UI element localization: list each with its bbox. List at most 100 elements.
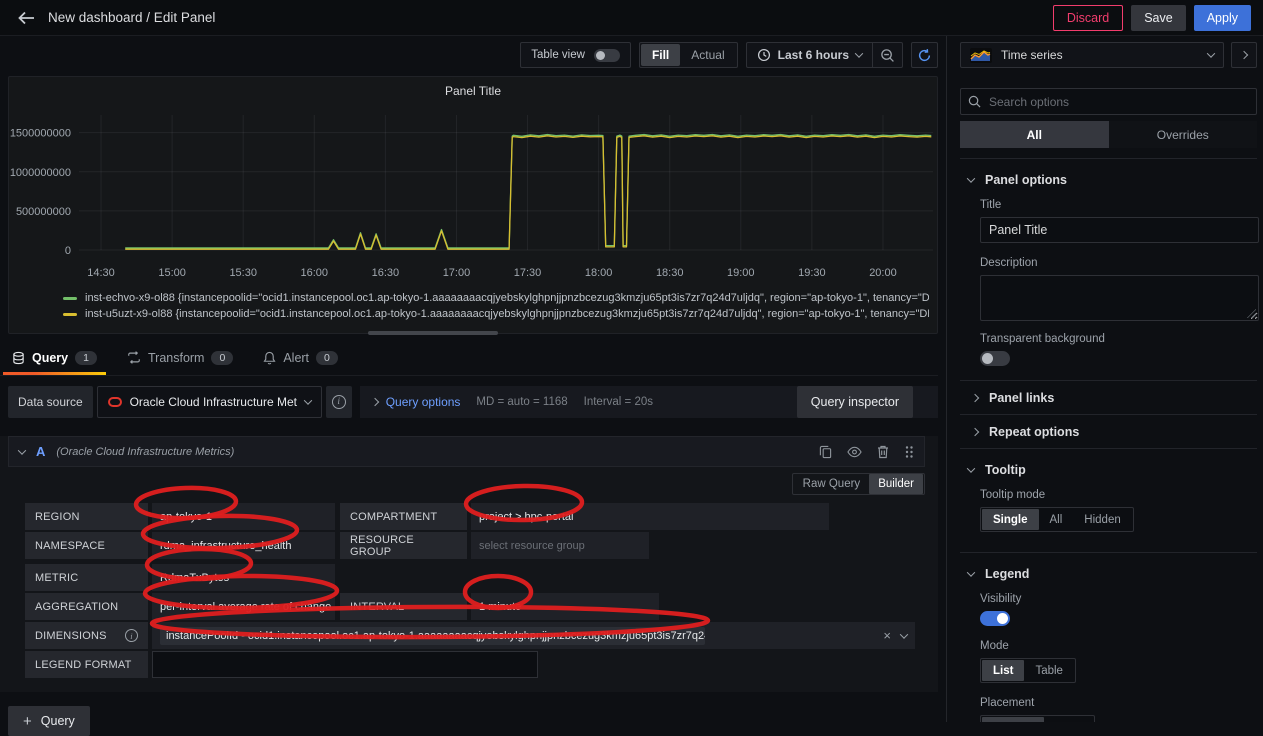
builder-button[interactable]: Builder — [869, 474, 923, 494]
legend-placement-group: Bottom Right — [980, 715, 1095, 722]
chart-panel-title: Panel Title — [9, 77, 937, 101]
svg-text:1000000000: 1000000000 — [10, 167, 71, 179]
timeseries-chart[interactable]: 05000000001000000000150000000014:3015:00… — [9, 101, 937, 285]
tab-query[interactable]: Query 1 — [12, 340, 97, 375]
svg-text:17:00: 17:00 — [443, 267, 471, 279]
interval-label: INTERVAL — [340, 593, 467, 620]
actual-button[interactable]: Actual — [680, 44, 735, 66]
resource-group-value[interactable]: select resource group — [471, 532, 649, 559]
collapse-query-icon — [18, 446, 26, 454]
fill-actual-group: Fill Actual — [639, 42, 738, 68]
datasource-help-button[interactable]: i — [326, 386, 352, 418]
interval-value: Interval = 20s — [584, 396, 653, 408]
section-tooltip[interactable]: Tooltip — [960, 463, 1257, 477]
section-repeat-options[interactable]: Repeat options — [960, 415, 1257, 448]
tab-transform[interactable]: Transform 0 — [127, 340, 233, 375]
drag-handle-icon[interactable] — [904, 445, 914, 459]
svg-text:16:30: 16:30 — [372, 267, 400, 279]
datasource-select[interactable]: Oracle Cloud Infrastructure Metrics — [97, 386, 322, 418]
dimension-chip[interactable]: instancePoolId - ocid1.instancepool.oc1.… — [160, 627, 705, 645]
apply-button[interactable]: Apply — [1194, 5, 1251, 31]
compartment-value[interactable]: project > hpc-portal — [471, 503, 829, 530]
tooltip-all-button[interactable]: All — [1039, 509, 1074, 530]
namespace-value[interactable]: rdma_infrastructure_health — [152, 532, 335, 559]
discard-button[interactable]: Discard — [1053, 5, 1123, 31]
table-view-label: Table view — [531, 49, 585, 61]
chart-legend: inst-echvo-x9-ol88 {instancepoolid="ocid… — [9, 290, 937, 322]
legend-format-label: LEGEND FORMAT — [25, 651, 148, 678]
dimensions-label: DIMENSIONS — [35, 630, 107, 642]
delete-query-icon[interactable] — [877, 445, 889, 459]
visualization-picker[interactable]: Time series — [960, 42, 1224, 68]
region-value[interactable]: ap-tokyo-1 — [152, 503, 335, 530]
datasource-label: Data source — [8, 386, 93, 418]
legend-item[interactable]: inst-echvo-x9-ol88 {instancepoolid="ocid… — [63, 290, 929, 306]
raw-query-button[interactable]: Raw Query — [794, 474, 870, 494]
legend-scrollbar[interactable] — [368, 331, 498, 335]
legend-format-input[interactable] — [152, 651, 538, 678]
transform-icon — [127, 351, 141, 364]
metric-value[interactable]: RdmaTxBytes — [152, 564, 335, 591]
query-count-badge: 1 — [75, 351, 97, 365]
tooltip-mode-group: Single All Hidden — [980, 507, 1134, 532]
fill-button[interactable]: Fill — [641, 44, 680, 66]
transparent-background-toggle[interactable] — [980, 351, 1010, 366]
legend-visibility-toggle[interactable] — [980, 611, 1010, 626]
collapse-options-button[interactable] — [1231, 42, 1257, 68]
info-icon[interactable]: i — [125, 629, 138, 642]
zoom-out-icon — [880, 48, 895, 63]
section-legend[interactable]: Legend — [960, 567, 1257, 581]
chevron-down-icon — [1207, 49, 1215, 57]
options-pane: Time series All Overrides Panel options … — [946, 36, 1263, 722]
table-view-toggle[interactable] — [594, 49, 620, 62]
time-range-label: Last 6 hours — [778, 48, 849, 62]
aggregation-value[interactable]: per-interval average rate of change — [152, 593, 335, 620]
disable-query-icon[interactable] — [847, 446, 862, 458]
clear-dimension-icon[interactable]: × — [883, 628, 891, 643]
back-button[interactable] — [12, 4, 40, 32]
query-options-link[interactable]: Query options — [386, 395, 461, 409]
editor-tabs: Query 1 Transform 0 Alert 0 — [0, 340, 938, 376]
save-button[interactable]: Save — [1131, 5, 1186, 31]
panel-title-input[interactable] — [980, 217, 1259, 243]
time-range-group: Last 6 hours — [746, 42, 903, 68]
svg-text:20:00: 20:00 — [869, 267, 897, 279]
tab-overrides[interactable]: Overrides — [1109, 121, 1258, 148]
legend-right-button[interactable]: Right — [1044, 717, 1093, 722]
add-query-button[interactable]: + Query — [8, 706, 90, 736]
search-options-input[interactable] — [960, 88, 1257, 115]
legend-item-label: inst-u5uzt-x9-ol88 {instancepoolid="ocid… — [85, 308, 929, 320]
duplicate-query-icon[interactable] — [819, 445, 832, 459]
legend-bottom-button[interactable]: Bottom — [982, 717, 1044, 722]
refresh-button[interactable] — [911, 42, 938, 68]
section-panel-options[interactable]: Panel options — [960, 173, 1257, 187]
svg-text:18:00: 18:00 — [585, 267, 613, 279]
chart-panel: Panel Title 0500000000100000000015000000… — [8, 76, 938, 334]
legend-item[interactable]: inst-u5uzt-x9-ol88 {instancepoolid="ocid… — [63, 306, 929, 322]
table-view-toggle-group: Table view — [520, 42, 631, 68]
query-form-row: METRICRdmaTxBytes — [25, 564, 938, 591]
section-panel-links[interactable]: Panel links — [960, 381, 1257, 414]
dimensions-value[interactable]: instancePoolId - ocid1.instancepool.oc1.… — [152, 622, 915, 649]
svg-text:1500000000: 1500000000 — [10, 128, 71, 140]
query-editor-card: A (Oracle Cloud Infrastructure Metrics) … — [0, 436, 938, 692]
query-form-row: LEGEND FORMAT — [25, 651, 938, 678]
zoom-out-button[interactable] — [872, 43, 902, 67]
tab-all-options[interactable]: All — [960, 121, 1109, 148]
tooltip-single-button[interactable]: Single — [982, 509, 1039, 530]
query-inspector-button[interactable]: Query inspector — [797, 386, 913, 418]
metric-label: METRIC — [25, 564, 148, 591]
time-range-picker[interactable]: Last 6 hours — [747, 43, 872, 67]
svg-text:15:00: 15:00 — [158, 267, 186, 279]
interval-value[interactable]: 1 minute — [471, 593, 659, 620]
panel-toolbar: Table view Fill Actual Last 6 hours — [0, 40, 938, 70]
description-textarea[interactable] — [980, 275, 1259, 321]
chevron-down-icon — [967, 464, 975, 472]
legend-table-button[interactable]: Table — [1024, 660, 1074, 681]
legend-list-button[interactable]: List — [982, 660, 1024, 681]
datasource-row: Data source Oracle Cloud Infrastructure … — [8, 386, 938, 418]
tab-alert[interactable]: Alert 0 — [263, 340, 338, 375]
tooltip-hidden-button[interactable]: Hidden — [1073, 509, 1131, 530]
query-row-header[interactable]: A (Oracle Cloud Infrastructure Metrics) — [8, 436, 925, 467]
tab-alert-label: Alert — [283, 351, 309, 365]
